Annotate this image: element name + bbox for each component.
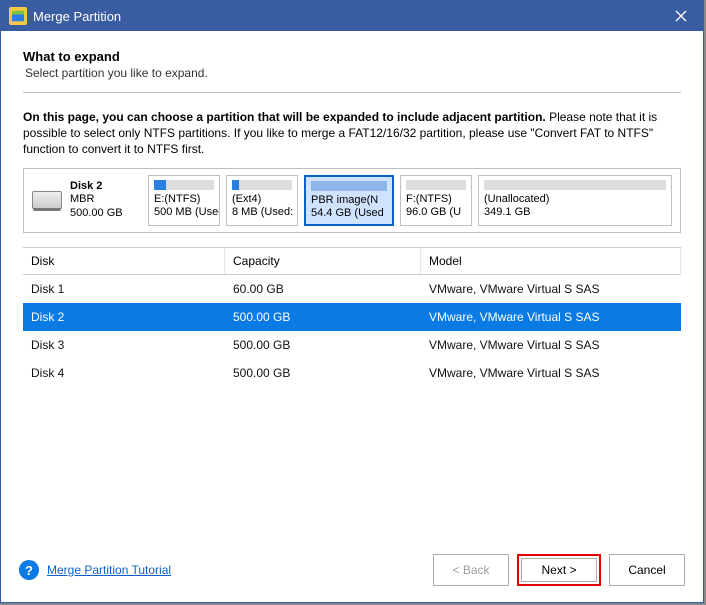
disk-name: Disk 2: [70, 180, 123, 194]
close-button[interactable]: [659, 1, 703, 31]
table-row[interactable]: Disk 4500.00 GBVMware, VMware Virtual S …: [23, 359, 681, 387]
table-row[interactable]: Disk 2500.00 GBVMware, VMware Virtual S …: [23, 303, 681, 331]
disk-summary: Disk 2 MBR 500.00 GB: [32, 175, 142, 227]
cell-disk: Disk 3: [31, 338, 233, 352]
disk-table: Disk Capacity Model Disk 160.00 GBVMware…: [23, 247, 681, 387]
intro-text: On this page, you can choose a partition…: [23, 109, 681, 158]
cancel-button[interactable]: Cancel: [609, 554, 685, 586]
titlebar: Merge Partition: [1, 1, 703, 31]
disk-size: 500.00 GB: [70, 207, 123, 221]
tutorial-link[interactable]: Merge Partition Tutorial: [47, 563, 171, 577]
partition-e[interactable]: E:(NTFS) 500 MB (Used: [148, 175, 220, 227]
page-subhead: Select partition you like to expand.: [25, 66, 681, 80]
next-button[interactable]: Next >: [521, 558, 597, 582]
cell-disk: Disk 1: [31, 282, 233, 296]
cell-disk: Disk 4: [31, 366, 233, 380]
partition-ext4[interactable]: (Ext4) 8 MB (Used: 1: [226, 175, 298, 227]
app-icon: [9, 7, 27, 25]
partition-unallocated[interactable]: (Unallocated) 349.1 GB: [478, 175, 672, 227]
merge-partition-dialog: Merge Partition What to expand Select pa…: [0, 0, 704, 603]
partition-f[interactable]: F:(NTFS) 96.0 GB (U: [400, 175, 472, 227]
table-header: Disk Capacity Model: [23, 248, 681, 275]
cell-model: VMware, VMware Virtual S SAS: [429, 366, 673, 380]
disk-type: MBR: [70, 193, 123, 207]
window-title: Merge Partition: [33, 9, 659, 24]
intro-bold: On this page, you can choose a partition…: [23, 110, 546, 124]
page-heading: What to expand: [23, 49, 681, 64]
back-button[interactable]: < Back: [433, 554, 509, 586]
table-row[interactable]: Disk 160.00 GBVMware, VMware Virtual S S…: [23, 275, 681, 303]
table-row[interactable]: Disk 3500.00 GBVMware, VMware Virtual S …: [23, 331, 681, 359]
cell-capacity: 500.00 GB: [233, 366, 429, 380]
footer: ? Merge Partition Tutorial < Back Next >…: [1, 542, 703, 602]
help-area: ? Merge Partition Tutorial: [19, 560, 171, 580]
help-icon[interactable]: ?: [19, 560, 39, 580]
cell-model: VMware, VMware Virtual S SAS: [429, 338, 673, 352]
partition-map: Disk 2 MBR 500.00 GB E:(NTFS) 500 MB (Us…: [23, 168, 681, 234]
col-capacity[interactable]: Capacity: [225, 248, 421, 274]
disk-icon: [32, 191, 62, 209]
cell-model: VMware, VMware Virtual S SAS: [429, 282, 673, 296]
col-disk[interactable]: Disk: [23, 248, 225, 274]
cell-model: VMware, VMware Virtual S SAS: [429, 310, 673, 324]
col-model[interactable]: Model: [421, 248, 681, 274]
cell-capacity: 500.00 GB: [233, 310, 429, 324]
cell-capacity: 60.00 GB: [233, 282, 429, 296]
partition-pbr-selected[interactable]: PBR image(N 54.4 GB (Used: [304, 175, 394, 227]
divider: [23, 92, 681, 93]
cell-capacity: 500.00 GB: [233, 338, 429, 352]
cell-disk: Disk 2: [31, 310, 233, 324]
next-highlight: Next >: [517, 554, 601, 586]
